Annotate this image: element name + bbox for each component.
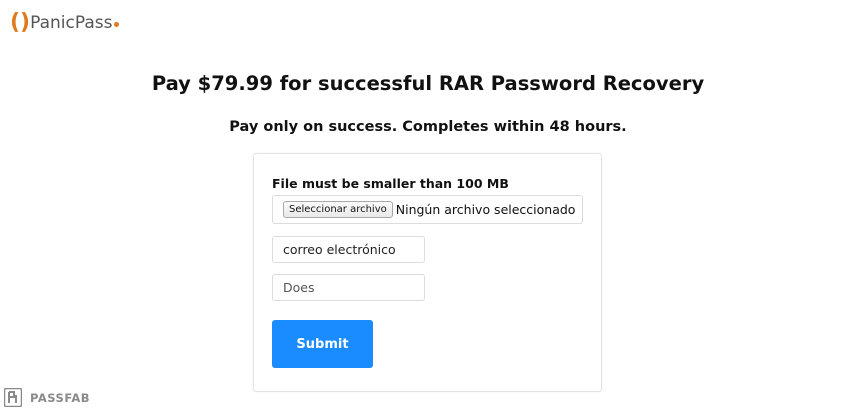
page: () PanicPass Pay $79.99 for successful R… [0,0,850,413]
logo-text: PanicPass [30,13,113,33]
passfab-watermark: PASSFAB [4,388,90,407]
logo-mark-icon: () [10,10,31,35]
email-field[interactable]: correo electrónico [272,236,425,263]
name-field[interactable]: Does [272,274,425,301]
page-subtitle: Pay only on success. Completes within 48… [229,119,627,135]
passfab-logo-icon [4,388,22,407]
choose-file-button[interactable]: Seleccionar archivo [283,201,393,218]
watermark-text: PASSFAB [30,390,91,405]
submit-button[interactable]: Submit [272,320,373,368]
page-title: Pay $79.99 for successful RAR Password R… [151,72,705,95]
panicpass-logo[interactable]: () PanicPass [10,10,120,36]
file-input[interactable]: Seleccionar archivo Ningún archivo selec… [272,195,583,224]
logo-dot-icon [114,21,120,27]
file-status-text: Ningún archivo seleccionado [395,202,576,217]
file-size-label: File must be smaller than 100 MB [272,176,509,191]
upload-form-card: File must be smaller than 100 MB Selecci… [253,153,602,392]
